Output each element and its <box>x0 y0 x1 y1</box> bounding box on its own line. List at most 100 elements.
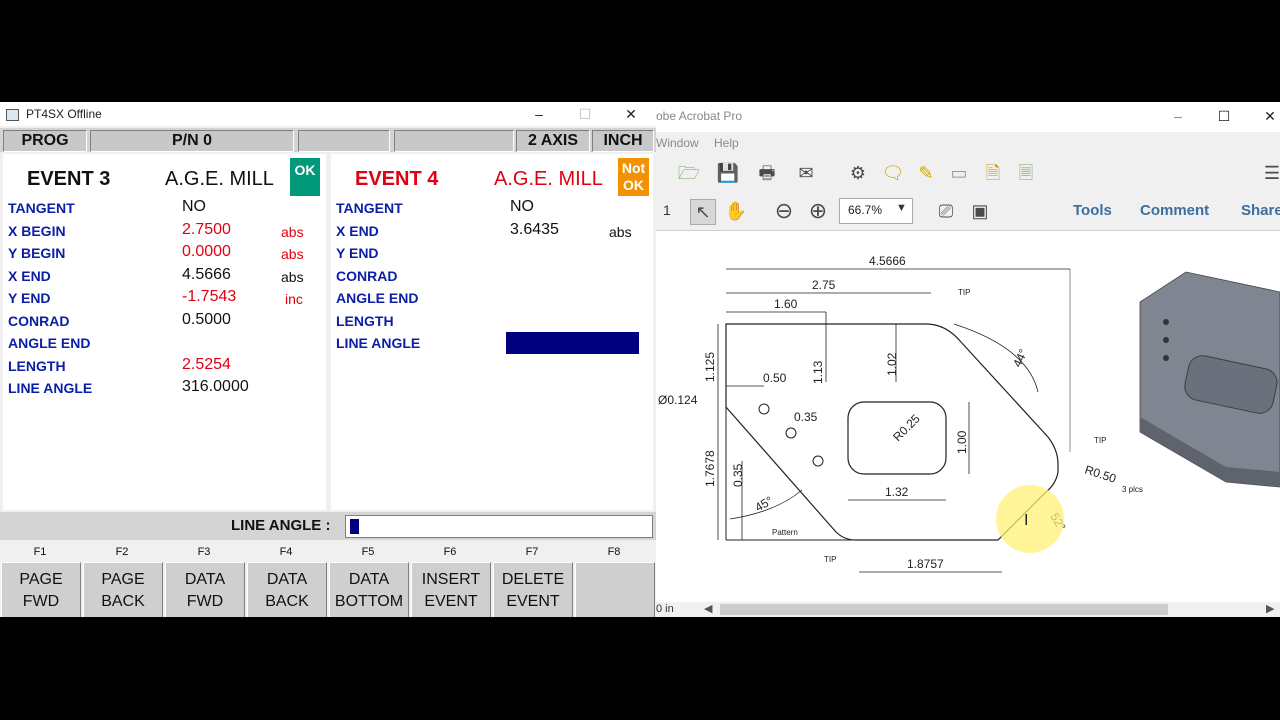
select-cursor-icon[interactable]: ↖ <box>690 199 716 225</box>
hand-pan-icon[interactable]: ✋ <box>724 199 748 223</box>
prompt-input[interactable] <box>345 515 653 538</box>
field-value[interactable]: 0.0000 <box>182 243 231 261</box>
dim-label: 2.75 <box>812 278 836 292</box>
field-label: Y END <box>8 290 51 306</box>
note-label: Pattern <box>772 528 798 537</box>
menu-help[interactable]: Help <box>714 136 739 150</box>
comment-bubble-icon[interactable]: 🗨 <box>881 161 905 185</box>
data-fwd-button[interactable]: DATA FWD <box>165 562 245 617</box>
note-label: TIP <box>1094 436 1106 445</box>
zoom-out-icon[interactable]: ⊖ <box>772 199 796 223</box>
input-prompt-row: LINE ANGLE : <box>0 512 656 540</box>
overflow-icon[interactable]: ☰ <box>1260 161 1280 185</box>
field-label: X END <box>336 223 379 239</box>
field-value[interactable]: 3.6435 <box>510 221 559 239</box>
data-back-button[interactable]: DATA BACK <box>247 562 327 617</box>
page-number[interactable]: 1 <box>663 202 671 218</box>
menu-bar: Window Help <box>656 132 1280 154</box>
fkey-number: F5 <box>361 546 375 558</box>
highlight-pen-icon[interactable]: ✎ <box>914 161 938 185</box>
dim-label: 0.35 <box>794 410 818 424</box>
scroll-left-icon[interactable]: ◀ <box>704 602 712 615</box>
active-field-highlight[interactable] <box>506 332 639 354</box>
minimize-icon[interactable]: – <box>1164 106 1192 126</box>
dim-label: 1.13 <box>811 360 825 384</box>
page-fwd-button[interactable]: PAGE FWD <box>1 562 81 617</box>
maximize-icon[interactable]: ☐ <box>571 104 599 124</box>
title-bar[interactable]: PT4SX Offline – ☐ ✕ <box>0 102 656 126</box>
tools-panel-button[interactable]: Tools <box>1073 202 1112 219</box>
scroll-right-icon[interactable]: ▶ <box>1266 602 1274 615</box>
zoom-select[interactable]: 66.7% ▼ <box>839 198 913 224</box>
fit-page-icon[interactable]: ⎚ <box>934 199 958 223</box>
field-label: CONRAD <box>336 268 398 284</box>
event-panel-left[interactable]: EVENT 3 A.G.E. MILL OK TANGENT NO X BEGI… <box>3 154 326 510</box>
minimize-icon[interactable]: – <box>525 104 553 124</box>
save-icon[interactable]: 💾 <box>716 161 740 185</box>
event-type: A.G.E. MILL <box>494 168 603 190</box>
fkey-line: DATA <box>184 570 226 588</box>
fkey-line: DATA <box>348 570 390 588</box>
fkey-line: FWD <box>186 592 224 610</box>
f8-button[interactable] <box>575 562 655 617</box>
close-icon[interactable]: ✕ <box>1256 106 1280 126</box>
pt4sx-window: PT4SX Offline – ☐ ✕ PROG P/N 0 2 AXIS IN… <box>0 102 656 617</box>
field-value[interactable]: 0.5000 <box>182 311 231 329</box>
delete-event-button[interactable]: DELETE EVENT <box>493 562 573 617</box>
field-label: LINE ANGLE <box>336 335 421 351</box>
stamp-icon[interactable]: ▭ <box>947 161 971 185</box>
data-bottom-button[interactable]: DATA BOTTOM <box>329 562 409 617</box>
model-3d-hole <box>1163 355 1169 361</box>
fit-width-icon[interactable]: ▣ <box>968 199 992 223</box>
field-label: LENGTH <box>336 313 394 329</box>
chevron-down-icon: ▼ <box>896 202 907 214</box>
status-bar: PROG P/N 0 2 AXIS INCH <box>0 128 656 152</box>
dim-label: 4.5666 <box>869 254 906 268</box>
field-value[interactable]: 2.7500 <box>182 221 231 239</box>
event-panel-right[interactable]: EVENT 4 A.G.E. MILL Not OK TANGENT NO X … <box>331 154 653 510</box>
share-panel-button[interactable]: Share <box>1241 202 1280 219</box>
zoom-in-icon[interactable]: ⊕ <box>806 199 830 223</box>
field-value[interactable]: 316.0000 <box>182 378 249 396</box>
fkey-number: F8 <box>607 546 621 558</box>
acrobat-title-bar[interactable]: obe Acrobat Pro – ☐ ✕ <box>656 102 1280 132</box>
export-icon[interactable]: 🗎 <box>981 161 1005 185</box>
settings-gear-icon[interactable]: ⚙ <box>846 161 870 185</box>
field-value[interactable]: -1.7543 <box>182 288 236 306</box>
fkey-line: INSERT <box>421 570 481 588</box>
open-folder-icon[interactable]: 🗁 <box>677 161 701 185</box>
field-label: X END <box>8 268 51 284</box>
menu-window[interactable]: Window <box>656 136 699 150</box>
field-value[interactable]: NO <box>510 198 534 216</box>
maximize-icon[interactable]: ☐ <box>1210 106 1238 126</box>
scroll-thumb[interactable] <box>720 604 1168 615</box>
share-file-icon[interactable]: 🗏 <box>1014 161 1038 185</box>
dim-label: 1.00 <box>955 430 969 454</box>
field-unit: abs <box>281 224 304 240</box>
note-label: TIP <box>824 555 836 564</box>
model-3d-hole <box>1163 337 1169 343</box>
fkey-number: F1 <box>33 546 47 558</box>
field-value[interactable]: 4.5666 <box>182 266 231 284</box>
diameter-label: Ø0.124 <box>658 393 698 407</box>
insert-event-button[interactable]: INSERT EVENT <box>411 562 491 617</box>
ok-badge: OK <box>290 158 320 196</box>
page-back-button[interactable]: PAGE BACK <box>83 562 163 617</box>
field-value[interactable]: NO <box>182 198 206 216</box>
dim-label: 1.60 <box>774 297 798 311</box>
fkey-number: F2 <box>115 546 129 558</box>
field-value[interactable]: 2.5254 <box>182 356 231 374</box>
event-title: EVENT 3 <box>27 168 111 190</box>
horizontal-scrollbar[interactable]: 0 in ◀ ▶ <box>656 602 1280 617</box>
close-icon[interactable]: ✕ <box>617 104 645 124</box>
field-label: LINE ANGLE <box>8 380 93 396</box>
radius-label: R0.50 <box>1083 463 1118 486</box>
field-label: ANGLE END <box>8 335 91 351</box>
field-label: Y END <box>336 245 379 261</box>
cursor-highlight <box>996 485 1064 553</box>
field-unit: abs <box>281 269 304 285</box>
cad-drawing[interactable]: 4.5666 2.75 1.60 1.125 1.13 1.02 0.50 0.… <box>656 232 1280 602</box>
print-icon[interactable]: 🖶 <box>755 161 779 185</box>
comment-panel-button[interactable]: Comment <box>1140 202 1209 219</box>
email-icon[interactable]: ✉ <box>794 161 818 185</box>
